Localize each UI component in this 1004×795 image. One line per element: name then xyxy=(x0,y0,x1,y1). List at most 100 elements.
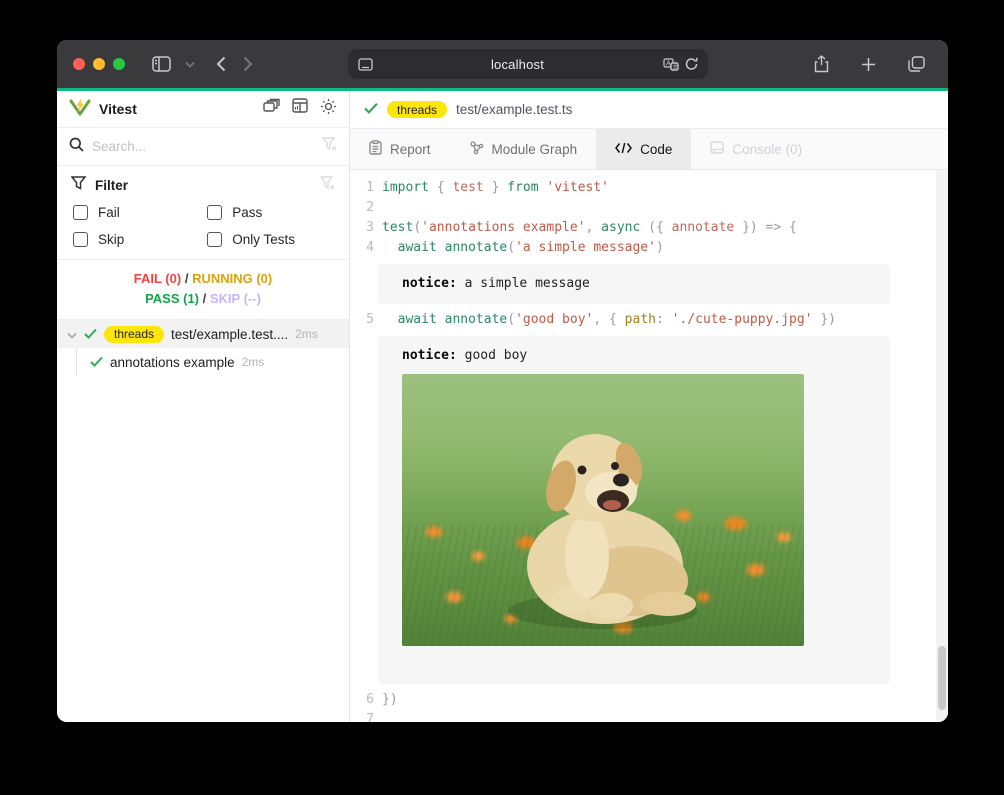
puppy-image xyxy=(402,374,804,646)
code-line-1: 1 import { test } from 'vitest' xyxy=(350,178,936,198)
vertical-scrollbar[interactable] xyxy=(936,170,948,722)
search-input[interactable] xyxy=(92,139,314,154)
svg-text:A: A xyxy=(666,60,671,67)
code-text: }) xyxy=(382,690,398,710)
forward-icon[interactable] xyxy=(243,56,253,72)
tab-module-graph[interactable]: Module Graph xyxy=(450,129,597,169)
filter-option-pass[interactable]: Pass xyxy=(207,205,335,220)
code-line-6: 6}) xyxy=(350,690,936,710)
filter-title: Filter xyxy=(95,178,311,193)
app-title: Vitest xyxy=(99,101,263,117)
pass-count: PASS (1) xyxy=(145,291,199,306)
code-lines-block-1: 1 import { test } from 'vitest'23 test('an… xyxy=(350,178,936,258)
vitest-logo-icon xyxy=(69,97,91,122)
notice-text: a simple message xyxy=(465,276,590,291)
line-number: 1 xyxy=(350,178,374,198)
puppy-illustration xyxy=(483,406,723,636)
filter-panel: Filter Fail Pass Skip Only Tests xyxy=(57,166,349,260)
checkbox-skip[interactable] xyxy=(73,232,88,247)
console-icon xyxy=(710,141,724,157)
code-lines-block-3: 6})7 xyxy=(350,690,936,722)
test-status-summary: FAIL (0) / RUNNING (0) PASS (1) / SKIP (… xyxy=(57,260,349,320)
main-panel: threads test/example.test.ts Report Modu… xyxy=(350,91,948,722)
address-bar[interactable]: localhost A文 xyxy=(348,49,708,79)
check-icon xyxy=(364,101,378,119)
filter-option-fail[interactable]: Fail xyxy=(73,205,207,220)
test-duration: 2ms xyxy=(242,355,265,369)
share-icon[interactable] xyxy=(814,55,829,73)
new-tab-icon[interactable] xyxy=(861,57,876,72)
test-case-row[interactable]: annotations example 2ms xyxy=(57,348,349,376)
reload-icon[interactable] xyxy=(685,57,698,71)
line-number: 6 xyxy=(350,690,374,710)
tab-console: Console (0) xyxy=(691,129,821,169)
checkbox-fail[interactable] xyxy=(73,205,88,220)
test-tree: threads test/example.test.... 2ms annota… xyxy=(57,320,349,722)
test-case-name: annotations example xyxy=(110,355,235,370)
browser-toolbar: localhost A文 xyxy=(57,40,948,88)
filter-clear-icon xyxy=(320,176,335,195)
filter-option-only-tests[interactable]: Only Tests xyxy=(207,232,335,247)
scrollbar-thumb[interactable] xyxy=(938,646,946,710)
annotation-notice-1: notice: a simple message xyxy=(378,264,890,304)
line-number: 3 xyxy=(350,218,374,238)
code-text: await annotate('a simple message') xyxy=(382,238,664,258)
code-text: import { test } from 'vitest' xyxy=(382,178,609,198)
chevron-down-icon[interactable] xyxy=(185,61,195,68)
filter-clear-icon xyxy=(322,137,337,156)
funnel-icon xyxy=(71,176,86,195)
test-file-name: test/example.test.... xyxy=(171,327,288,342)
code-line-2: 2 xyxy=(350,198,936,218)
test-file-row[interactable]: threads test/example.test.... 2ms xyxy=(57,320,349,348)
traffic-lights xyxy=(73,58,125,70)
graph-icon xyxy=(469,141,484,158)
search-bar xyxy=(57,128,349,166)
reader-icon[interactable] xyxy=(358,58,373,71)
sidebar-toggle-icon[interactable] xyxy=(152,56,171,72)
sidebar-header: Vitest xyxy=(57,91,349,128)
line-number: 4 xyxy=(350,238,374,258)
svg-text:文: 文 xyxy=(672,62,678,70)
line-number: 7 xyxy=(350,710,374,722)
clipboard-icon xyxy=(369,140,382,158)
check-icon xyxy=(90,355,103,370)
collapse-windows-icon[interactable] xyxy=(263,98,280,120)
browser-window: localhost A文 xyxy=(57,40,948,722)
test-duration: 2ms xyxy=(295,327,318,341)
checkbox-pass[interactable] xyxy=(207,205,222,220)
notice-label: notice: xyxy=(402,348,457,363)
close-button[interactable] xyxy=(73,58,85,70)
chevron-down-icon[interactable] xyxy=(67,327,77,342)
translate-icon[interactable]: A文 xyxy=(663,58,679,71)
pool-badge: threads xyxy=(104,326,164,343)
code-icon xyxy=(615,142,632,157)
file-header: threads test/example.test.ts xyxy=(350,91,948,129)
fail-count: FAIL (0) xyxy=(134,271,181,286)
file-path: test/example.test.ts xyxy=(456,102,572,117)
code-line-5: 5 await annotate('good boy', { path: './… xyxy=(350,310,936,330)
code-line-4: 4 await annotate('a simple message') xyxy=(350,238,936,258)
tab-bar: Report Module Graph Code Console (0) xyxy=(350,129,948,170)
notice-label: notice: xyxy=(402,276,457,291)
code-editor[interactable]: 1 import { test } from 'vitest'23 test('an… xyxy=(350,170,948,722)
tab-report[interactable]: Report xyxy=(350,129,450,169)
tab-code[interactable]: Code xyxy=(596,129,691,169)
zoom-button[interactable] xyxy=(113,58,125,70)
minimize-button[interactable] xyxy=(93,58,105,70)
search-icon xyxy=(69,137,84,157)
code-text: test('annotations example', async ({ ann… xyxy=(382,218,797,238)
checkbox-only-tests[interactable] xyxy=(207,232,222,247)
code-line-7: 7 xyxy=(350,710,936,722)
code-text: await annotate('good boy', { path: './cu… xyxy=(382,310,836,330)
pool-badge: threads xyxy=(387,101,447,118)
check-icon xyxy=(84,327,97,342)
dashboard-icon[interactable] xyxy=(292,98,308,120)
code-line-3: 3 test('annotations example', async ({ an… xyxy=(350,218,936,238)
back-icon[interactable] xyxy=(216,56,226,72)
running-count: RUNNING (0) xyxy=(192,271,272,286)
filter-option-skip[interactable]: Skip xyxy=(73,232,207,247)
tab-overview-icon[interactable] xyxy=(908,56,925,72)
theme-toggle-icon[interactable] xyxy=(320,98,337,120)
line-number: 5 xyxy=(350,310,374,330)
url-text: localhost xyxy=(373,57,663,72)
